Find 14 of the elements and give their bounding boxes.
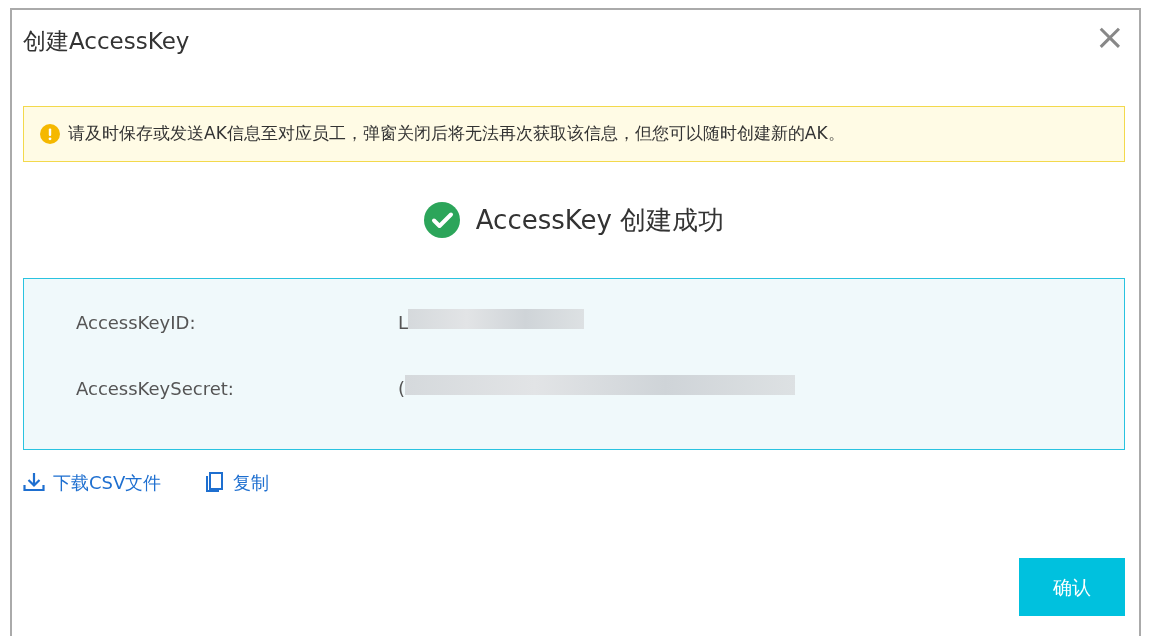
close-button[interactable]: × (1094, 22, 1125, 52)
warning-icon (40, 124, 60, 144)
copy-icon (205, 472, 226, 492)
field-value: L (398, 311, 409, 335)
download-icon (23, 472, 45, 492)
field-label: AccessKeySecret: (76, 377, 235, 401)
warning-text: 请及时保存或发送AK信息至对应员工，弹窗关闭后将无法再次获取该信息，但您可以随时创建新的AK。 (68, 122, 845, 146)
download-csv-link[interactable]: 下载CSV文件 (53, 468, 162, 496)
copy-link[interactable]: 复制 (233, 468, 270, 496)
field-label: AccessKeyID: (76, 311, 197, 335)
dialog-title: 创建AccessKey (23, 28, 190, 54)
success-check-icon (423, 202, 460, 238)
success-message: AccessKey 创建成功 (475, 203, 725, 237)
field-value: ( (398, 377, 406, 401)
